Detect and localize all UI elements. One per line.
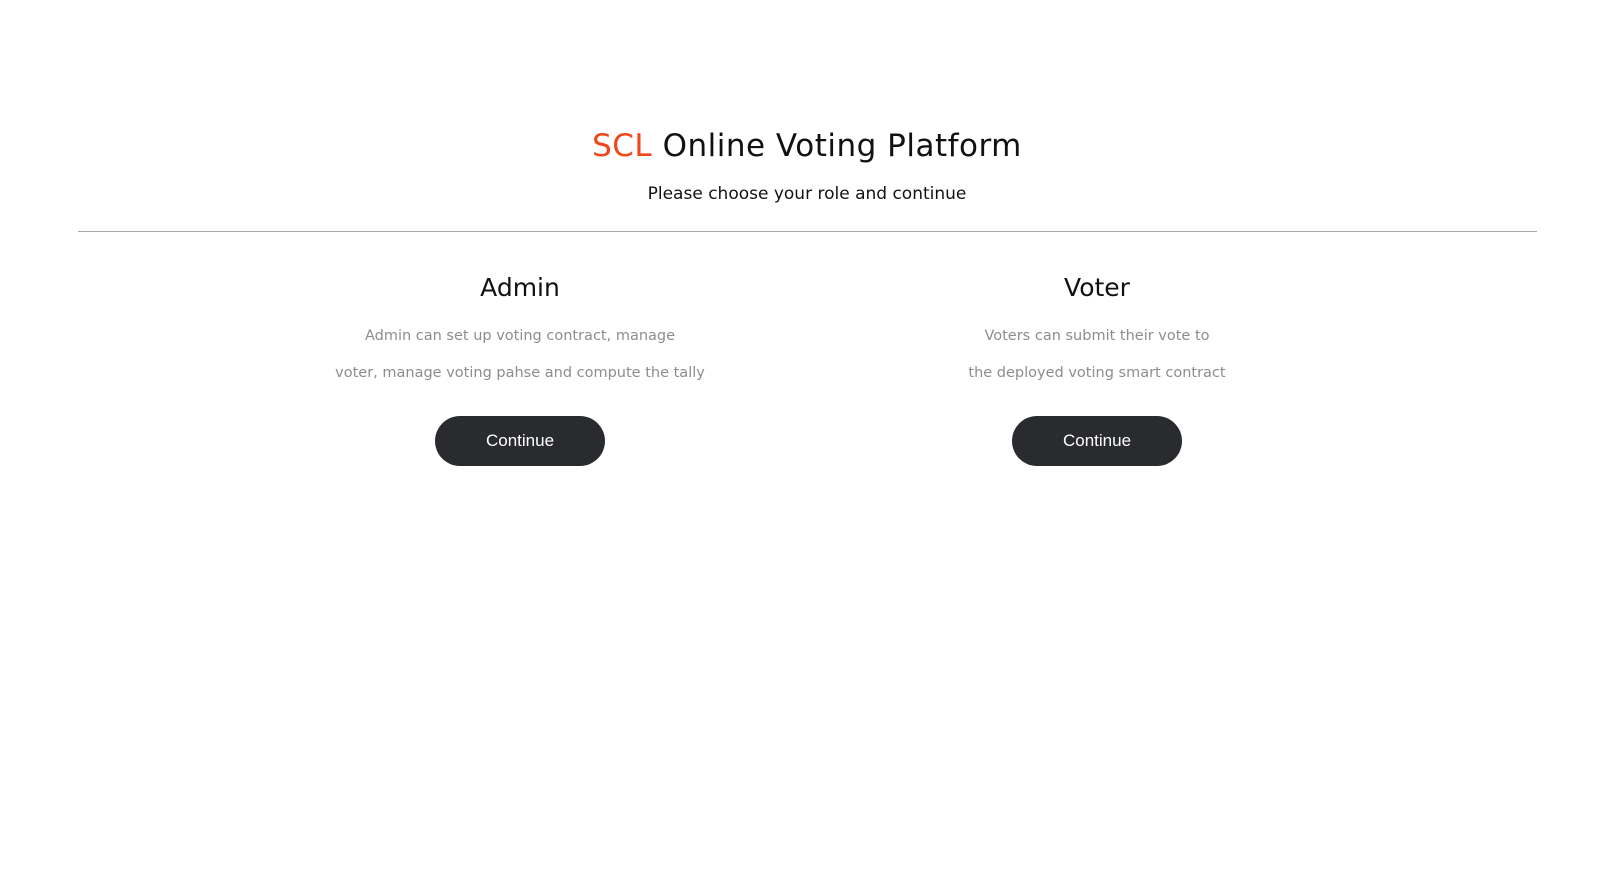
voter-description-line: the deployed voting smart contract — [968, 365, 1226, 381]
admin-description-line: voter, manage voting pahse and compute t… — [335, 365, 705, 381]
page-title-text: Online Voting Platform — [662, 128, 1022, 164]
page-subtitle: Please choose your role and continue — [647, 184, 967, 204]
admin-continue-button[interactable]: Continue — [435, 416, 605, 466]
voter-role-description: Voters can submit their vote to the depl… — [847, 318, 1347, 392]
voter-role-title: Voter — [1064, 273, 1130, 302]
admin-role-description: Admin can set up voting contract, manage… — [270, 318, 770, 392]
role-selection-page: SCL Online Voting Platform Please choose… — [0, 0, 1614, 873]
header-divider — [78, 231, 1537, 232]
page-title: SCL Online Voting Platform — [0, 118, 1614, 174]
voter-description-line: Voters can submit their vote to — [984, 328, 1210, 344]
admin-role-title: Admin — [480, 273, 560, 302]
page-header: SCL Online Voting Platform Please choose… — [0, 118, 1614, 210]
voter-role-card: Voter Voters can submit their vote to th… — [847, 270, 1347, 466]
admin-role-card: Admin Admin can set up voting contract, … — [270, 270, 770, 466]
admin-description-line: Admin can set up voting contract, manage — [364, 328, 676, 344]
brand-name: SCL — [592, 128, 653, 164]
voter-continue-button[interactable]: Continue — [1012, 416, 1182, 466]
